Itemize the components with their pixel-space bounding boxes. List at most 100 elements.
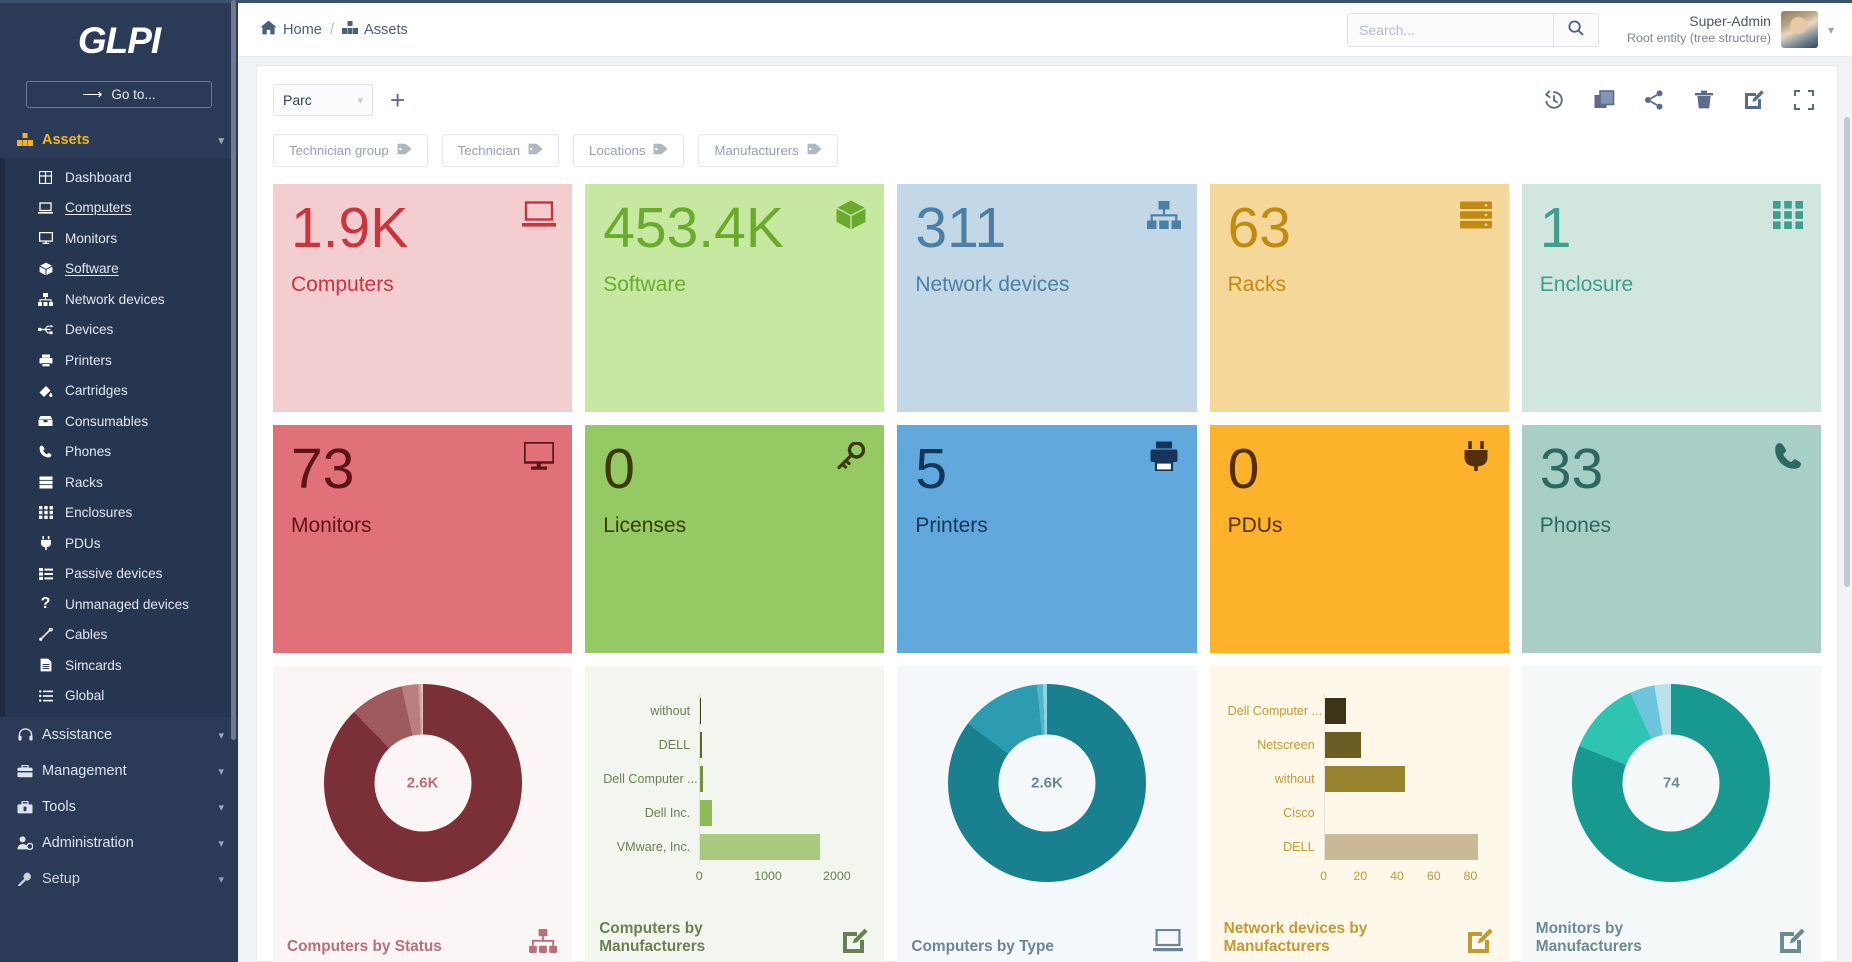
sidebar-item-computers[interactable]: Computers (5, 193, 238, 224)
clone-icon[interactable] (1593, 89, 1615, 111)
sidebar-item-racks[interactable]: Racks (5, 467, 238, 498)
trash-icon[interactable] (1693, 89, 1715, 111)
sidebar-item-label: Enclosures (65, 505, 132, 520)
kpi-tile-label: Computers (291, 273, 554, 297)
x-axis: 020406080 (1324, 869, 1489, 887)
fullscreen-icon[interactable] (1793, 89, 1815, 111)
user-menu[interactable]: Super-Admin Root entity (tree structure)… (1627, 11, 1834, 48)
question-icon: ? (37, 595, 54, 613)
kpi-tile-racks[interactable]: 63Racks (1210, 184, 1509, 412)
bar-label: Dell Inc. (603, 806, 699, 820)
chart-card-computers-by-status[interactable]: 2.6KComputers by Status (273, 666, 572, 962)
main-scrollbar[interactable] (1844, 117, 1850, 587)
network-icon[interactable] (528, 926, 558, 956)
cartridge-icon (37, 384, 54, 397)
sidebar-item-dashboard[interactable]: Dashboard (5, 162, 238, 193)
sidebar-item-phones[interactable]: Phones (5, 437, 238, 468)
donut-center-label: 2.6K (998, 735, 1095, 832)
kpi-tile-pdus[interactable]: 0PDUs (1210, 425, 1509, 653)
breadcrumb-home-label: Home (283, 22, 322, 38)
sidebar-section-administration[interactable]: Administration ▾ (0, 825, 238, 861)
sidebar-item-monitors[interactable]: Monitors (5, 223, 238, 254)
sidebar-section-setup[interactable]: Setup ▾ (0, 861, 238, 897)
bar-label: without (1228, 772, 1324, 786)
sidebar-section-assets[interactable]: Assets ▾ (0, 122, 238, 158)
sidebar-scrollbar[interactable] (231, 0, 236, 740)
sidebar-item-printers[interactable]: Printers (5, 345, 238, 376)
sidebar-section-management[interactable]: Management ▾ (0, 753, 238, 789)
phone-icon (37, 445, 54, 458)
share-icon[interactable] (1643, 89, 1665, 111)
sidebar-item-unmanaged-devices[interactable]: ? Unmanaged devices (5, 589, 238, 620)
sidebar-item-cables[interactable]: Cables (5, 620, 238, 651)
edit-icon[interactable] (1465, 926, 1495, 956)
goto-button[interactable]: ⟶ Go to... (26, 81, 212, 108)
kpi-tile-value: 0 (603, 441, 866, 498)
kpi-tile-network-devices[interactable]: 311Network devices (897, 184, 1196, 412)
sidebar-item-passive-devices[interactable]: Passive devices (5, 559, 238, 590)
filter-chip-manufacturers[interactable]: Manufacturers (698, 134, 837, 167)
kpi-tile-licenses[interactable]: 0Licenses (585, 425, 884, 653)
sidebar-item-label: Consumables (65, 414, 148, 429)
kpi-tile-software[interactable]: 453.4KSoftware (585, 184, 884, 412)
sidebar-section-assistance[interactable]: Assistance ▾ (0, 717, 238, 753)
rack-icon (37, 476, 54, 489)
consumables-icon (37, 415, 54, 427)
bar-chart: Dell Computer ...NetscreenwithoutCiscoDE… (1224, 678, 1495, 887)
filter-chips: Technician group Technician Locations (273, 134, 1821, 167)
filter-chip-technician-group[interactable]: Technician group (273, 134, 428, 167)
sidebar-section-label: Administration (42, 835, 134, 851)
sidebar-item-cartridges[interactable]: Cartridges (5, 376, 238, 407)
kpi-tile-value: 5 (915, 441, 1178, 498)
chevron-down-icon: ▾ (357, 94, 363, 107)
add-dashboard-button[interactable]: + (390, 87, 405, 113)
chart-card-network-devices-by-manufacturers[interactable]: Dell Computer ...NetscreenwithoutCiscoDE… (1210, 666, 1509, 962)
bar-fill (1325, 732, 1361, 758)
sidebar-item-enclosures[interactable]: Enclosures (5, 498, 238, 529)
bar-row: VMware, Inc. (603, 830, 864, 864)
sidebar-item-global[interactable]: Global (5, 681, 238, 712)
filter-chip-locations[interactable]: Locations (573, 134, 684, 167)
sidebar-item-devices[interactable]: Devices (5, 315, 238, 346)
tag-icon (807, 142, 822, 159)
sidebar-item-software[interactable]: Software (5, 254, 238, 285)
search-input[interactable] (1348, 14, 1553, 46)
kpi-tile-printers[interactable]: 5Printers (897, 425, 1196, 653)
breadcrumb-home[interactable]: Home (260, 20, 322, 39)
search-button[interactable] (1553, 14, 1598, 46)
kpi-tile-phones[interactable]: 33Phones (1522, 425, 1821, 653)
bar-row: DELL (603, 728, 864, 762)
wrench-icon (16, 872, 34, 886)
sidebar-item-network-devices[interactable]: Network devices (5, 284, 238, 315)
printer-icon (1147, 439, 1181, 473)
bar-track (699, 762, 864, 796)
kpi-tile-value: 73 (291, 441, 554, 498)
history-icon[interactable] (1543, 89, 1565, 111)
edit-icon[interactable] (1743, 89, 1765, 111)
kpi-tile-enclosure[interactable]: 1Enclosure (1522, 184, 1821, 412)
edit-icon[interactable] (840, 926, 870, 956)
sidebar-section-tools[interactable]: Tools ▾ (0, 789, 238, 825)
chart-card-computers-by-manufacturers[interactable]: withoutDELLDell Computer ...Dell Inc.VMw… (585, 666, 884, 962)
kpi-tile-monitors[interactable]: 73Monitors (273, 425, 572, 653)
tag-icon (653, 142, 668, 159)
sidebar-item-pdus[interactable]: PDUs (5, 528, 238, 559)
filter-chip-label: Manufacturers (714, 143, 798, 158)
chart-card-computers-by-type[interactable]: 2.6KComputers by Type (897, 666, 1196, 962)
enclosure-grid-icon (1771, 198, 1805, 232)
sidebar-item-consumables[interactable]: Consumables (5, 406, 238, 437)
bar-fill (1325, 800, 1425, 826)
chart-card-monitors-by-manufacturers[interactable]: 74Monitors by Manufacturers (1522, 666, 1821, 962)
axis-tick: 40 (1390, 869, 1404, 883)
breadcrumb-assets[interactable]: Assets (342, 21, 408, 39)
edit-icon[interactable] (1777, 926, 1807, 956)
filter-chip-technician[interactable]: Technician (442, 134, 559, 167)
filter-chip-label: Locations (589, 143, 645, 158)
sidebar-item-simcards[interactable]: Simcards (5, 650, 238, 681)
kpi-tile-computers[interactable]: 1.9KComputers (273, 184, 572, 412)
axis-tick: 0 (1320, 869, 1327, 883)
laptop-icon[interactable] (1153, 926, 1183, 956)
glpi-logo[interactable]: GLPI (0, 3, 238, 79)
dashboard-select[interactable]: Parc ▾ (273, 84, 373, 116)
sidebar-assets-submenu: Dashboard Computers Monitors Software Ne… (0, 158, 238, 717)
